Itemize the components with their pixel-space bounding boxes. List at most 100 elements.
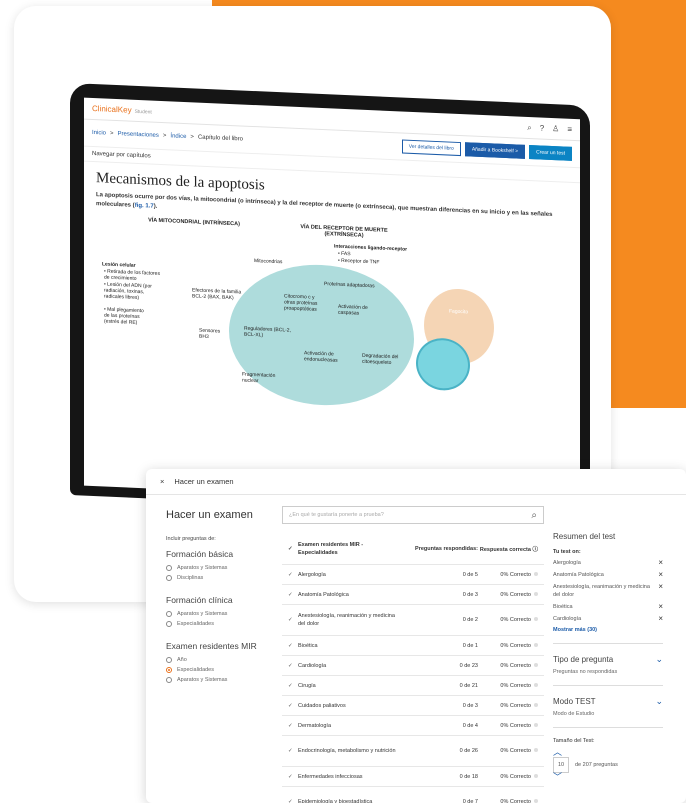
chapter-nav-label: Navegar por capítulos <box>92 150 151 160</box>
brand-logo[interactable]: ClinicalKey Student <box>92 104 152 116</box>
table-row[interactable]: ✓ Anestesiología, reanimación y medicina … <box>282 605 544 636</box>
check-icon[interactable]: ✓ <box>282 617 298 623</box>
test-size-input[interactable]: 10 <box>553 757 569 773</box>
summary-item: Alergología × <box>553 559 663 567</box>
fig-degr: Degradación del citoesqueleto <box>362 352 399 367</box>
row-name: Alergología <box>298 571 326 578</box>
col-correct: Respuesta correcta ⓘ <box>479 546 538 553</box>
chevron-up-icon[interactable]: ︿ <box>553 748 663 757</box>
chevron-down-icon[interactable]: ⌄ <box>655 654 663 665</box>
check-icon[interactable]: ✓ <box>282 748 298 754</box>
radio-icon[interactable] <box>166 575 172 581</box>
fig-citoc: Citocromo c y otras proteínas proapoptót… <box>284 293 318 313</box>
crumb-sep: > <box>110 130 114 137</box>
row-answered: 0 de 4 <box>462 722 478 729</box>
test-mode[interactable]: Modo TEST ⌄ Modo de Estudio <box>553 685 663 717</box>
table-row[interactable]: ✓ Enfermedades infecciosas 0 de 18 0% Corre… <box>282 767 544 787</box>
crumb-inicio[interactable]: Inicio <box>92 130 106 137</box>
radio-icon[interactable] <box>166 621 172 627</box>
check-icon[interactable]: ✓ <box>282 723 298 729</box>
add-bookshelf-button[interactable]: Añadir a Bookshelf > <box>464 142 526 159</box>
check-icon[interactable]: ✓ <box>282 592 298 598</box>
fig-fago: Fagocito <box>449 308 469 316</box>
table-row[interactable]: ✓ Endocrinología, metabolismo y nutrición… <box>282 736 544 767</box>
close-icon[interactable]: × <box>160 477 164 486</box>
check-icon[interactable]: ✓ <box>282 799 298 803</box>
status-dot-icon <box>534 722 538 727</box>
crumb-indice[interactable]: Índice <box>170 133 186 140</box>
search-icon[interactable]: ⌕ <box>527 122 531 132</box>
test-mode-value: Modo de Estudio <box>553 711 595 717</box>
section-mir: Examen residentes MIR <box>166 641 257 651</box>
table-row[interactable]: ✓ Cardiología 0 de 23 0% Correcto <box>282 656 544 676</box>
info-icon[interactable]: ⓘ <box>532 547 538 553</box>
option-row[interactable]: Aparatos y Sistemas <box>166 609 270 619</box>
panel-header: × Hacer un examen <box>146 469 686 495</box>
crumb-chapter: Capítulo del libro <box>197 134 243 143</box>
radio-icon[interactable] <box>166 611 172 617</box>
status-dot-icon <box>534 617 538 621</box>
row-answered: 0 de 1 <box>462 642 478 649</box>
table-row[interactable]: ✓ Cirugía 0 de 21 0% Correcto <box>282 676 544 696</box>
check-icon[interactable]: ✓ <box>282 572 298 578</box>
remove-icon[interactable]: × <box>658 571 663 579</box>
question-type[interactable]: Tipo de pregunta ⌄ Preguntas no respondid… <box>553 643 663 675</box>
remove-icon[interactable]: × <box>658 559 663 567</box>
table-row[interactable]: ✓ Bioética 0 de 1 0% Correcto <box>282 636 544 656</box>
laptop-screen: ClinicalKey Student ⌕ ? ♙ ≡ Inicio > Pres… <box>84 97 580 508</box>
chevron-down-icon[interactable]: ⌄ <box>655 696 663 707</box>
panel-header-title: Hacer un examen <box>174 477 234 486</box>
row-name: Bioética <box>298 642 318 649</box>
search-input[interactable]: ¿En qué te gustaría ponerte a prueba? ⌕ <box>282 506 544 524</box>
option-row[interactable]: Disciplinas <box>166 573 270 583</box>
check-icon[interactable]: ✓ <box>282 643 298 649</box>
book-details-button[interactable]: Ver detalles del libro <box>401 139 461 157</box>
status-dot-icon <box>534 799 538 803</box>
help-icon[interactable]: ? <box>540 123 544 133</box>
option-row[interactable]: Año <box>166 655 270 665</box>
row-answered: 0 de 26 <box>459 748 478 754</box>
row-name: Dermatología <box>298 722 332 729</box>
section-clinical: Formación clínica <box>166 595 233 605</box>
fig-heading-intrinsic: VÍA MITOCONDRIAL (INTRÍNSECA) <box>148 217 240 228</box>
chevron-down-icon[interactable]: ﹀ <box>553 773 663 782</box>
option-row[interactable]: Especialidades <box>166 665 270 675</box>
table-row[interactable]: ✓ Epidemiología y bioestadística 0 de 7 0% … <box>282 787 544 803</box>
row-correct: 0% Correcto <box>478 722 538 729</box>
summary-item: Bioética × <box>553 603 663 611</box>
radio-selected-icon[interactable] <box>166 667 172 673</box>
search-icon[interactable]: ⌕ <box>531 510 537 521</box>
check-icon[interactable]: ✓ <box>282 683 298 689</box>
remove-icon[interactable]: × <box>658 603 663 611</box>
table-row[interactable]: ✓ Alergología 0 de 5 0% Correcto <box>282 565 544 585</box>
check-icon[interactable]: ✓ <box>282 703 298 709</box>
radio-icon[interactable] <box>166 657 172 663</box>
figure-link[interactable]: fig. 1.7 <box>135 203 154 210</box>
option-row[interactable]: Aparatos y Sistemas <box>166 563 270 573</box>
crumb-presentaciones[interactable]: Presentaciones <box>118 131 159 139</box>
apoptosis-figure: VÍA MITOCONDRIAL (INTRÍNSECA) VÍA DEL RE… <box>94 213 570 434</box>
table-row[interactable]: ✓ Cuidados paliativos 0 de 3 0% Correcto <box>282 696 544 716</box>
remove-icon[interactable]: × <box>658 583 663 599</box>
check-icon[interactable]: ✓ <box>282 774 298 780</box>
option-label: Aparatos y Sistemas <box>177 565 228 571</box>
option-row[interactable]: Aparatos y Sistemas <box>166 675 270 685</box>
user-icon[interactable]: ♙ <box>552 124 559 134</box>
table-row[interactable]: ✓ Anatomía Patológica 0 de 3 0% Correcto <box>282 585 544 605</box>
create-test-button[interactable]: Crear un test <box>529 145 572 161</box>
row-correct: 0% Correcto <box>478 617 538 623</box>
show-more-link[interactable]: Mostrar más (30) <box>553 627 663 633</box>
table-row[interactable]: ✓ Dermatología 0 de 4 0% Correcto <box>282 716 544 736</box>
include-label: Incluir preguntas de: <box>166 536 216 542</box>
radio-icon[interactable] <box>166 565 172 571</box>
question-type-label: Tipo de pregunta <box>553 655 614 664</box>
option-row[interactable]: Especialidades <box>166 619 270 629</box>
summary-item-label: Anatomía Patológica <box>553 572 604 578</box>
radio-icon[interactable] <box>166 677 172 683</box>
row-name: Anatomía Patológica <box>298 591 349 598</box>
check-icon[interactable]: ✓ <box>282 546 298 552</box>
summary-item-label: Anestesiología, reanimación y medicina d… <box>553 584 650 598</box>
remove-icon[interactable]: × <box>658 615 663 623</box>
check-icon[interactable]: ✓ <box>282 663 298 669</box>
menu-icon[interactable]: ≡ <box>567 124 572 134</box>
